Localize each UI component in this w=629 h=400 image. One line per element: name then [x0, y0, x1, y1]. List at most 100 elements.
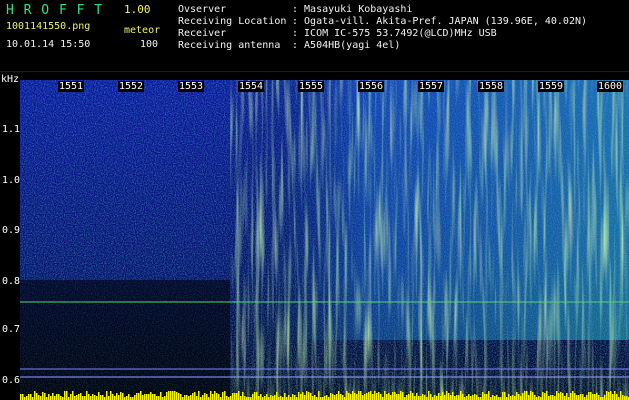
signal-bar [222, 392, 224, 400]
signal-bar [544, 393, 546, 400]
spectrogram [20, 80, 629, 400]
signal-bar [462, 394, 464, 400]
signal-bar [108, 396, 110, 400]
signal-bar [558, 393, 560, 400]
signal-bar [370, 391, 372, 400]
signal-bar [58, 394, 60, 400]
time-tick-label: 1558 [478, 81, 505, 92]
signal-bar [418, 396, 420, 400]
signal-bar [356, 394, 358, 400]
signal-bar [406, 395, 408, 400]
time-tick-label: 1554 [238, 81, 265, 92]
header-divider [0, 71, 629, 72]
signal-bar [378, 392, 380, 400]
signal-bar [492, 395, 494, 400]
signal-bar [526, 391, 528, 400]
signal-bar [596, 393, 598, 400]
signal-bar [196, 396, 198, 400]
signal-bar [514, 396, 516, 400]
signal-bar [214, 391, 216, 400]
signal-bar [198, 391, 200, 400]
signal-bar [110, 391, 112, 400]
signal-bar [510, 396, 512, 400]
signal-bar [368, 392, 370, 400]
signal-bar [38, 395, 40, 400]
signal-bar [324, 396, 326, 400]
y-tick-label: 1.0 [2, 175, 21, 186]
app-title: H R O F F T [6, 3, 104, 18]
signal-bar [226, 396, 228, 400]
signal-bar [50, 396, 52, 400]
signal-bar [400, 391, 402, 400]
y-tick-label: 0.6 [2, 375, 21, 386]
signal-bar [128, 394, 130, 400]
signal-bar [232, 393, 234, 400]
signal-bar [578, 395, 580, 400]
signal-bar [384, 391, 386, 400]
signal-bar [156, 396, 158, 400]
signal-bar [148, 394, 150, 400]
signal-bar [206, 394, 208, 400]
signal-bar [450, 395, 452, 400]
signal-bar [340, 394, 342, 400]
y-tick-label: 0.9 [2, 225, 21, 236]
signal-bar [520, 396, 522, 400]
signal-bar [454, 396, 456, 400]
signal-bar [136, 393, 138, 400]
signal-bar [414, 396, 416, 400]
signal-bar [190, 395, 192, 400]
signal-bar [518, 394, 520, 400]
signal-bar [350, 394, 352, 400]
signal-bar [254, 392, 256, 400]
signal-bar [160, 392, 162, 400]
signal-bar [564, 396, 566, 400]
signal-bar [276, 392, 278, 400]
signal-bar [354, 393, 356, 400]
signal-bar [592, 394, 594, 400]
signal-bar [114, 396, 116, 400]
signal-bar [20, 394, 22, 400]
signal-bar [308, 392, 310, 400]
signal-bar [342, 395, 344, 400]
signal-bar [146, 394, 148, 400]
time-tick-label: 1556 [358, 81, 385, 92]
signal-bar [172, 391, 174, 400]
signal-bar [94, 395, 96, 400]
y-tick-label: 1.1 [2, 124, 21, 135]
signal-bar [586, 395, 588, 400]
signal-bar [116, 393, 118, 400]
meteor-streaks [230, 80, 629, 400]
signal-bar [556, 391, 558, 400]
signal-bar [216, 393, 218, 400]
signal-bar [352, 391, 354, 400]
signal-bar [78, 394, 80, 400]
signal-bar [392, 392, 394, 400]
signal-bar [244, 396, 246, 400]
signal-bar [360, 391, 362, 400]
signal-bar [154, 394, 156, 400]
signal-bar [302, 392, 304, 400]
signal-bar [616, 394, 618, 400]
signal-bar [168, 391, 170, 400]
signal-bar [238, 391, 240, 400]
signal-bar [174, 391, 176, 400]
signal-bar [486, 394, 488, 400]
signal-bar [562, 393, 564, 400]
signal-bar [466, 396, 468, 400]
signal-bar [548, 396, 550, 400]
signal-bar [362, 395, 364, 400]
signal-bar [396, 394, 398, 400]
signal-bar [504, 392, 506, 400]
signal-bar [394, 392, 396, 400]
signal-bar [292, 394, 294, 400]
signal-bar [522, 393, 524, 400]
signal-bar [438, 393, 440, 400]
signal-bar [472, 395, 474, 400]
signal-bar [566, 393, 568, 400]
signal-bar [74, 396, 76, 400]
signal-bar [100, 395, 102, 400]
signal-bar [84, 396, 86, 400]
signal-bar [452, 392, 454, 400]
signal-bar [102, 395, 104, 400]
location-value: : Ogata-vill. Akita-Pref. JAPAN (139.96E… [292, 16, 588, 27]
